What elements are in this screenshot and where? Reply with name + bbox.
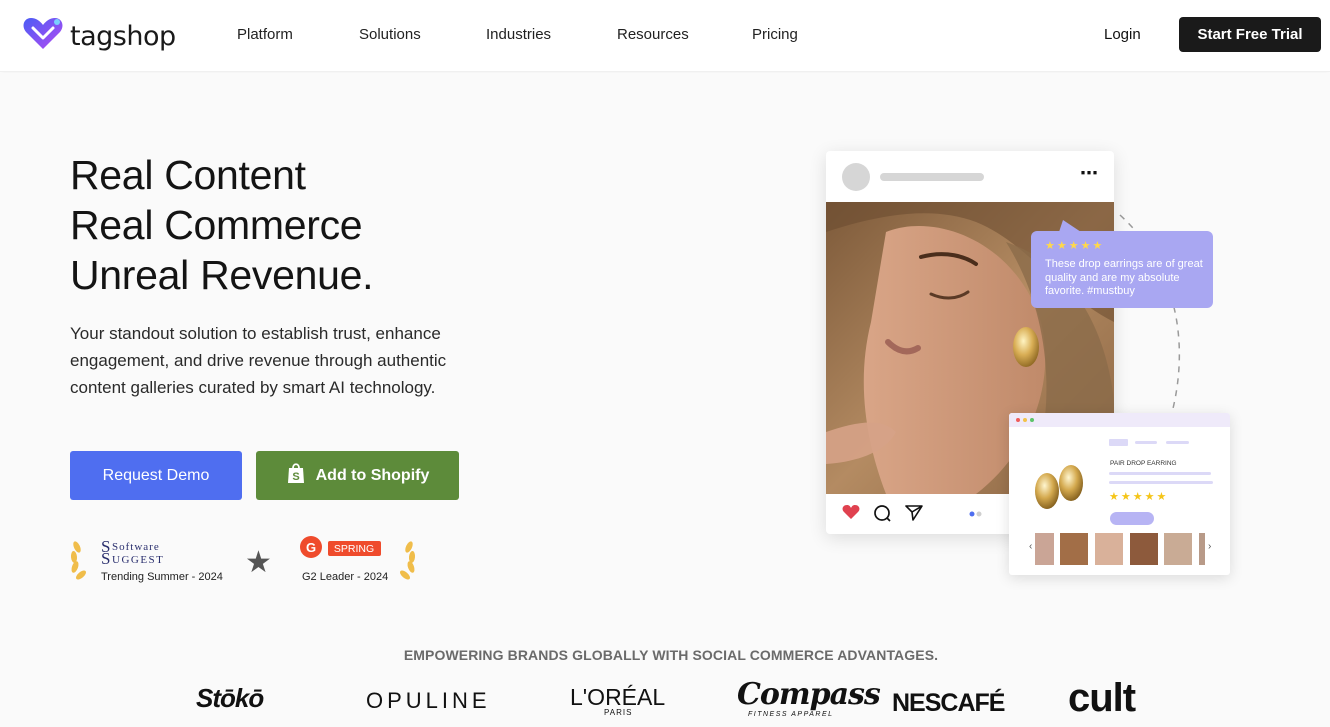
product-stars: ★★★★★ bbox=[1109, 491, 1169, 503]
brand-logo-compass: Compass bbox=[737, 677, 881, 712]
laurel-icon bbox=[400, 541, 416, 580]
brand-logo-compass-sub: FITNESS APPAREL bbox=[748, 711, 834, 718]
product-info-placeholders bbox=[1109, 439, 1213, 484]
site-header: tagshop Platform Solutions Industries Re… bbox=[0, 0, 1330, 72]
brand-logo-opuline: OPULINE bbox=[366, 688, 491, 713]
shopify-bag-icon: S bbox=[286, 461, 306, 490]
headline-line-3: Unreal Revenue. bbox=[70, 252, 374, 298]
brand-logo-loreal: L'ORÉAL bbox=[570, 684, 666, 710]
login-link[interactable]: Login bbox=[1104, 26, 1141, 43]
product-card-titlebar bbox=[1009, 413, 1230, 427]
share-icon[interactable] bbox=[904, 504, 924, 527]
headline-line-2: Real Commerce bbox=[70, 202, 363, 248]
brand-logo-nescafe: NESCAFÉ bbox=[892, 689, 1005, 717]
brand-logo-cult: cult bbox=[1068, 676, 1136, 720]
svg-text:S: S bbox=[101, 549, 110, 568]
nav-solutions[interactable]: Solutions bbox=[359, 26, 421, 43]
product-card: PAIR DROP EARRING ★★★★★ ‹ › bbox=[1009, 413, 1230, 575]
heart-logo-icon bbox=[22, 16, 64, 57]
add-to-shopify-button[interactable]: S Add to Shopify bbox=[256, 451, 459, 500]
laurel-icon bbox=[70, 541, 86, 580]
earring-product-image bbox=[1035, 465, 1083, 509]
shopify-label: Add to Shopify bbox=[315, 466, 430, 484]
more-icon[interactable]: ⋯ bbox=[1080, 163, 1098, 184]
badge-ss-name-top: Software bbox=[112, 541, 160, 553]
product-label: PAIR DROP EARRING bbox=[1110, 460, 1177, 467]
brands-heading: EMPOWERING BRANDS GLOBALLY WITH SOCIAL C… bbox=[403, 647, 939, 663]
review-text: These drop earrings are of great quality… bbox=[1045, 258, 1203, 297]
g2-badge: G SPRING G2 Leader - 2024 bbox=[298, 535, 423, 585]
logo[interactable]: tagshop bbox=[22, 16, 176, 57]
review-bubble: ★★★★★ These drop earrings are of great q… bbox=[1031, 220, 1213, 308]
brand-name: tagshop bbox=[70, 21, 176, 52]
bubble-tail bbox=[1059, 220, 1081, 232]
nav-resources[interactable]: Resources bbox=[617, 26, 689, 43]
g2-caption: G2 Leader - 2024 bbox=[302, 571, 388, 583]
nav-platform[interactable]: Platform bbox=[237, 26, 293, 43]
badge-ss-caption: Trending Summer - 2024 bbox=[101, 571, 223, 583]
brand-logo-loreal-paris: PARIS bbox=[604, 708, 633, 717]
window-dots bbox=[1016, 418, 1034, 422]
svg-text:S: S bbox=[292, 471, 299, 483]
product-cta-button[interactable] bbox=[1110, 512, 1154, 525]
svg-text:G: G bbox=[306, 540, 316, 555]
svg-text:UGGEST: UGGEST bbox=[112, 554, 164, 566]
nav-industries[interactable]: Industries bbox=[486, 26, 551, 43]
comment-icon[interactable] bbox=[873, 504, 891, 527]
hero-headline: Real Content Real Commerce Unreal Revenu… bbox=[70, 150, 373, 300]
chevron-right-icon[interactable]: › bbox=[1208, 541, 1211, 552]
heart-icon[interactable] bbox=[842, 504, 860, 525]
start-free-trial-button[interactable]: Start Free Trial bbox=[1179, 17, 1321, 52]
post-header-placeholder bbox=[842, 163, 984, 191]
brand-logo-stoko: Stōkō bbox=[196, 683, 264, 713]
carousel-dots bbox=[969, 511, 982, 517]
software-suggest-badge: S Software S UGGEST Trending Summer - 20… bbox=[68, 535, 238, 585]
headline-line-1: Real Content bbox=[70, 152, 306, 198]
product-thumbnail-strip bbox=[1035, 533, 1205, 565]
chevron-left-icon[interactable]: ‹ bbox=[1029, 541, 1032, 552]
hero-subtext: Your standout solution to establish trus… bbox=[70, 324, 447, 397]
nav-pricing[interactable]: Pricing bbox=[752, 26, 798, 43]
g2-tag: SPRING bbox=[334, 543, 374, 555]
review-stars: ★★★★★ bbox=[1045, 240, 1105, 252]
star-icon: ★ bbox=[245, 546, 272, 579]
request-demo-button[interactable]: Request Demo bbox=[70, 451, 242, 500]
